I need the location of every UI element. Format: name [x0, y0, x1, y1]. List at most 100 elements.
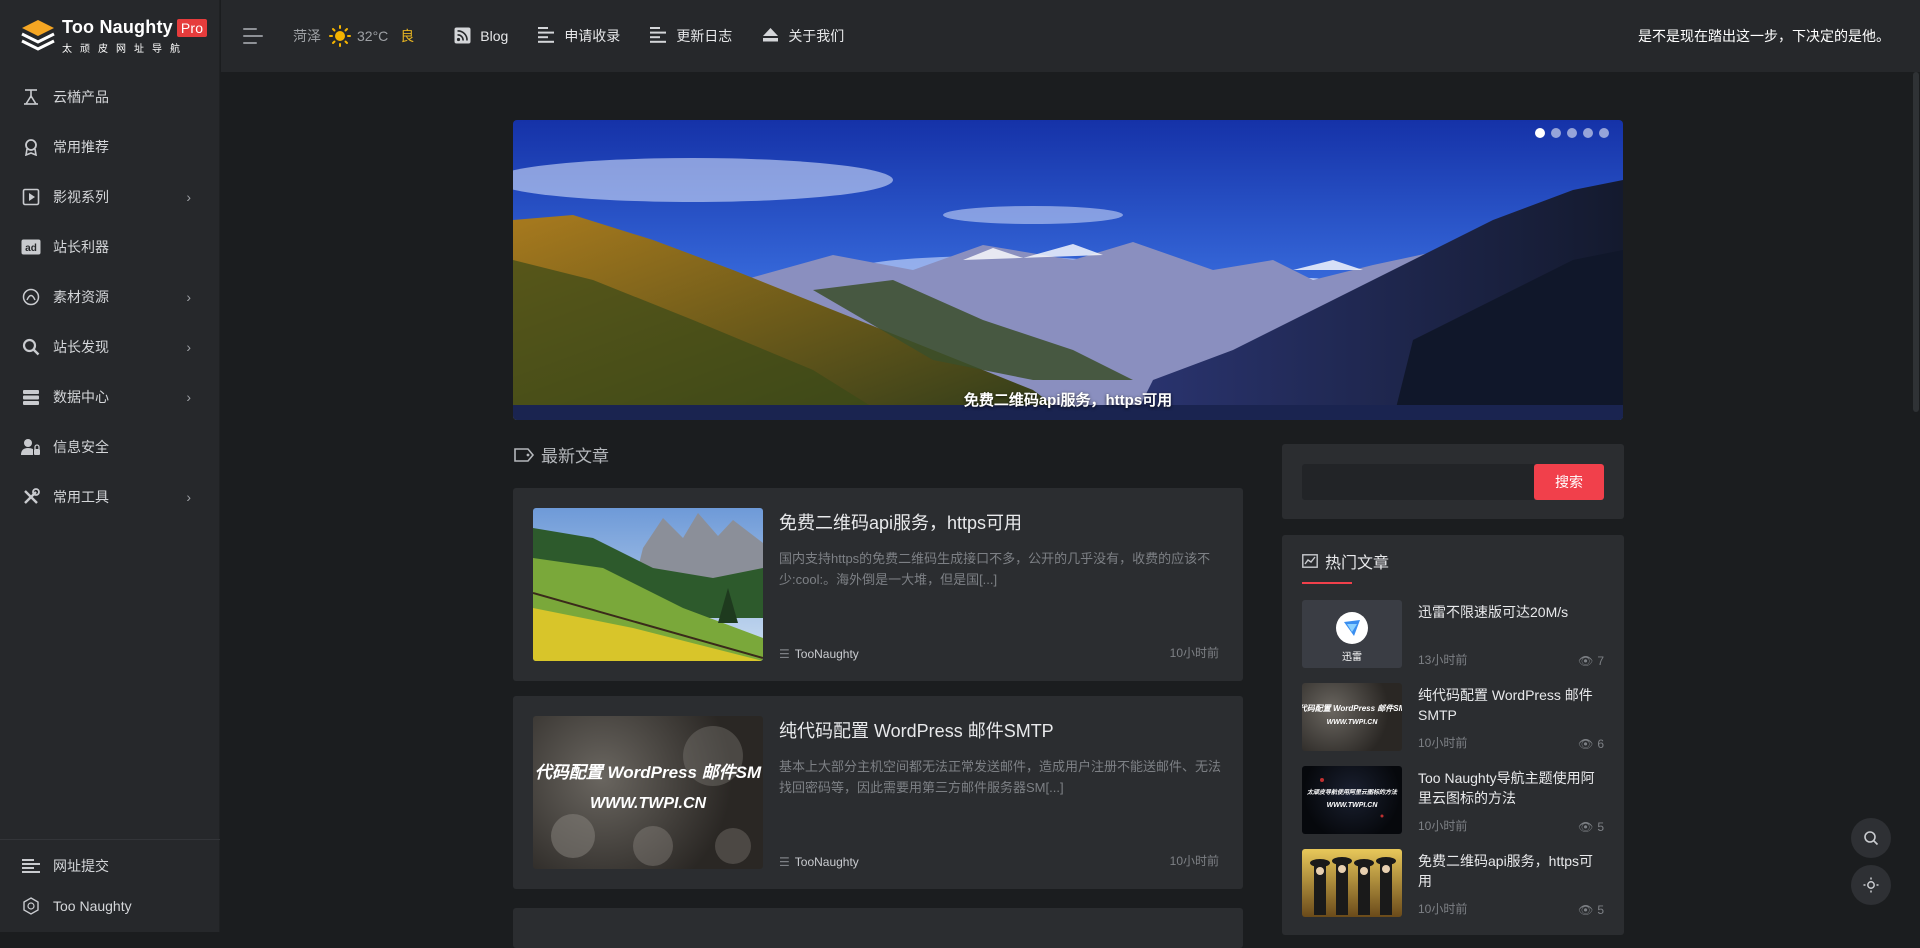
- eye-icon: 👁: [1578, 820, 1594, 834]
- search-input[interactable]: [1302, 464, 1534, 500]
- sidebar-footer: 网址提交 Too Naughty: [0, 839, 220, 932]
- sidebar-item-label: 常用推荐: [53, 139, 109, 155]
- carousel-dot[interactable]: [1551, 128, 1561, 138]
- hot-thumbnail[interactable]: 迅雷: [1302, 600, 1402, 668]
- theme-toggle-button[interactable]: [1851, 865, 1891, 905]
- top-link-2[interactable]: 更新日志: [650, 26, 732, 46]
- search-icon: [20, 336, 42, 358]
- carousel-dot[interactable]: [1583, 128, 1593, 138]
- hot-item-title[interactable]: Too Naughty导航主题使用阿里云图标的方法: [1418, 768, 1604, 808]
- hot-thumb-label: 迅雷: [1342, 651, 1362, 663]
- top-nav: Blog 申请收录 更新日志 关于我们: [434, 26, 874, 46]
- top-link-3[interactable]: 关于我们: [762, 26, 844, 46]
- sidebar-footer-item-1[interactable]: Too Naughty: [0, 886, 220, 926]
- hot-item[interactable]: 太顽皮导航使用阿里云图标的方法 WWW.TWPI.CN Too Naughty导…: [1302, 766, 1604, 834]
- banner-carousel[interactable]: 免费二维码api服务，https可用: [513, 120, 1623, 420]
- hot-item-title[interactable]: 免费二维码api服务，https可用: [1418, 851, 1604, 891]
- article-title[interactable]: 纯代码配置 WordPress 邮件SMTP: [779, 717, 1054, 743]
- eye-icon: 👁: [1578, 737, 1594, 751]
- carousel-dots: [1529, 128, 1609, 138]
- scrollbar-thumb[interactable]: [1913, 72, 1919, 412]
- sun-icon: [329, 25, 351, 47]
- carousel-dot[interactable]: [1567, 128, 1577, 138]
- latest-section-title: 最新文章: [513, 442, 609, 467]
- menu-toggle-icon[interactable]: [243, 24, 267, 48]
- article-card[interactable]: 代码配置 WordPress 邮件SM WWW.TWPI.CN 纯代码配置 Wo…: [513, 696, 1243, 889]
- cloud-product-icon: [20, 86, 42, 108]
- hot-thumbnail[interactable]: 太顽皮导航使用阿里云图标的方法 WWW.TWPI.CN: [1302, 766, 1402, 834]
- article-card[interactable]: [513, 908, 1243, 948]
- sun-icon: [1863, 877, 1879, 893]
- hot-item-views: 👁 5: [1578, 903, 1604, 917]
- eject-icon: [762, 27, 780, 45]
- rss-icon: [454, 27, 472, 45]
- eye-icon: 👁: [1578, 903, 1594, 917]
- search-card: 搜索: [1282, 444, 1624, 519]
- sidebar-item-0[interactable]: 云楢产品: [0, 72, 219, 122]
- top-link-label: 更新日志: [676, 28, 733, 44]
- hot-item-views: 👁 6: [1578, 737, 1604, 751]
- top-link-label: 申请收录: [564, 28, 621, 44]
- sidebar-item-label: 站长发现: [53, 339, 109, 355]
- hot-item[interactable]: 代码配置 WordPress 邮件SM WWW.TWPI.CN 纯代码配置 Wo…: [1302, 683, 1604, 751]
- sidebar-footer-item-0[interactable]: 网址提交: [0, 846, 220, 886]
- latest-title: 最新文章: [541, 447, 609, 466]
- chevron-right-icon: ›: [186, 339, 191, 355]
- article-card[interactable]: 免费二维码api服务，https可用 国内支持https的免费二维码生成接口不多…: [513, 488, 1243, 681]
- sidebar-item-1[interactable]: 常用推荐: [0, 122, 219, 172]
- article-thumbnail[interactable]: 代码配置 WordPress 邮件SM WWW.TWPI.CN: [533, 716, 763, 869]
- tag-icon: [514, 447, 535, 462]
- sidebar-item-5[interactable]: 站长发现 ›: [0, 322, 219, 372]
- view-count: 6: [1597, 737, 1604, 751]
- chevron-right-icon: ›: [186, 289, 191, 305]
- hot-item[interactable]: 免费二维码api服务，https可用 10小时前 👁 5: [1302, 849, 1604, 917]
- hot-item[interactable]: 迅雷 迅雷不限速版可达20M/s 13小时前 👁 7: [1302, 600, 1604, 668]
- hot-item-title[interactable]: 纯代码配置 WordPress 邮件SMTP: [1418, 685, 1604, 725]
- material-icon: [20, 286, 42, 308]
- hot-thumb-url: WWW.TWPI.CN: [1327, 719, 1379, 726]
- chevron-right-icon: ›: [186, 489, 191, 505]
- database-icon: [20, 386, 42, 408]
- topbar: 菏泽 32°C 良 Blog 申请收录 更新日志 关于我们 是不是现在踏出这一步，下决…: [221, 0, 1920, 72]
- article-author[interactable]: ☰ TooNaughty: [779, 647, 859, 661]
- sidebar-item-4[interactable]: 素材资源 ›: [0, 272, 219, 322]
- main-content: 免费二维码api服务，https可用 最新文章 免费二维码api服务，https…: [221, 72, 1920, 948]
- sidebar-item-7[interactable]: 信息安全: [0, 422, 219, 472]
- hot-item-views: 👁 5: [1578, 820, 1604, 834]
- hot-thumbnail[interactable]: [1302, 849, 1402, 917]
- hot-underline: [1302, 582, 1352, 584]
- hot-thumb-url: WWW.TWPI.CN: [1327, 802, 1379, 809]
- float-search-button[interactable]: [1851, 818, 1891, 858]
- view-count: 5: [1597, 820, 1604, 834]
- hot-thumbnail[interactable]: 代码配置 WordPress 邮件SM WWW.TWPI.CN: [1302, 683, 1402, 751]
- sidebar-item-label: 云楢产品: [53, 89, 109, 105]
- hot-item-title[interactable]: 迅雷不限速版可达20M/s: [1418, 602, 1604, 622]
- carousel-dot[interactable]: [1599, 128, 1609, 138]
- sidebar-item-2[interactable]: 影视系列 ›: [0, 172, 219, 222]
- sidebar-item-6[interactable]: 数据中心 ›: [0, 372, 219, 422]
- logo-icon: [21, 20, 55, 51]
- top-link-0[interactable]: Blog: [454, 27, 508, 45]
- banner-caption[interactable]: 免费二维码api服务，https可用: [513, 389, 1623, 410]
- sidebar-item-8[interactable]: 常用工具 ›: [0, 472, 219, 522]
- logo[interactable]: Too Naughty Pro 太顽皮网址导航: [0, 0, 219, 72]
- eye-icon: 👁: [1578, 654, 1594, 668]
- weather-temp: 32°C: [357, 28, 389, 44]
- brand-subtitle: 太顽皮网址导航: [62, 44, 188, 55]
- article-title[interactable]: 免费二维码api服务，https可用: [779, 509, 1022, 535]
- carousel-dot[interactable]: [1535, 128, 1545, 138]
- chart-icon: [1302, 554, 1318, 568]
- pro-badge: Pro: [176, 18, 208, 37]
- article-thumbnail[interactable]: [533, 508, 763, 661]
- category-icon: ☰: [779, 647, 790, 661]
- search-button[interactable]: 搜索: [1534, 464, 1604, 500]
- hot-articles-card: 热门文章 迅雷 迅雷不限速版可达20M/s 13小时前 👁 7 代码配置 Word…: [1282, 535, 1624, 935]
- top-link-1[interactable]: 申请收录: [538, 26, 620, 46]
- view-count: 5: [1597, 903, 1604, 917]
- sidebar-item-3[interactable]: ad 站长利器: [0, 222, 219, 272]
- page-scrollbar[interactable]: [1912, 72, 1920, 932]
- sidebar-item-label: 影视系列: [53, 189, 109, 205]
- weather-widget[interactable]: 菏泽 32°C 良: [293, 25, 414, 47]
- article-author[interactable]: ☰ TooNaughty: [779, 855, 859, 869]
- thumb-url: WWW.TWPI.CN: [590, 795, 707, 812]
